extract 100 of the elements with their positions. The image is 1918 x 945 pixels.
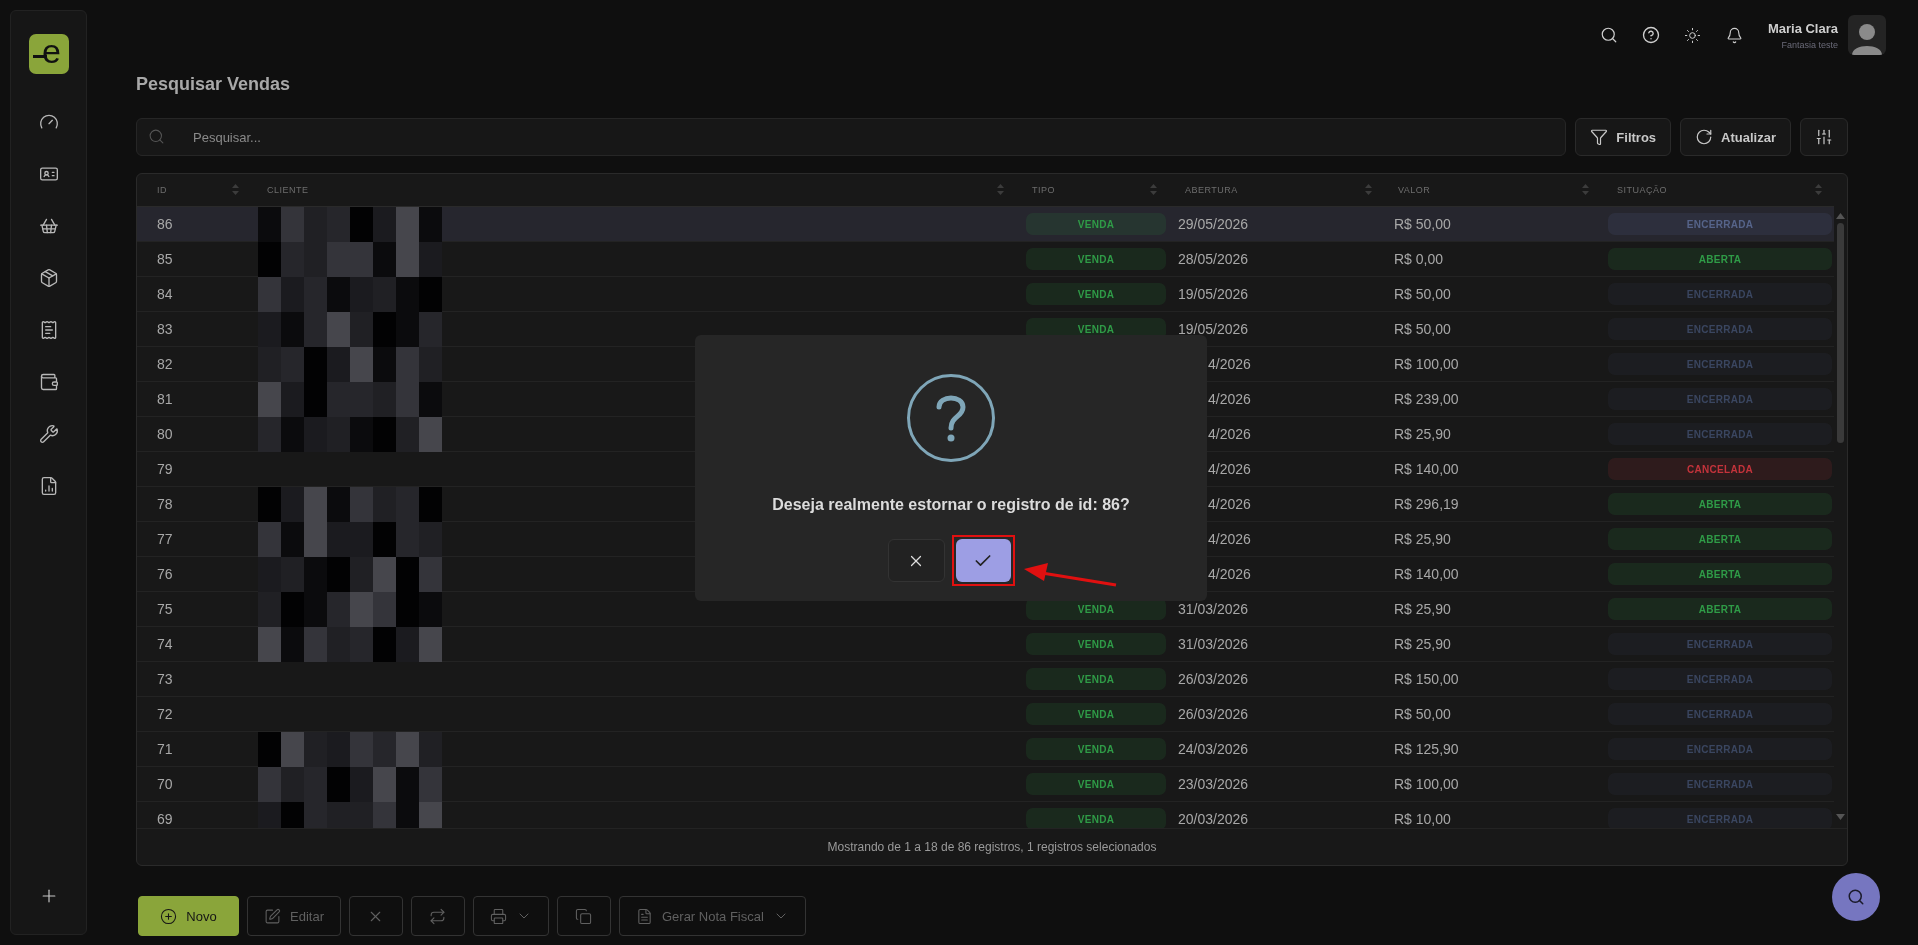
search-button[interactable]: [1832, 873, 1880, 921]
table-cell-text: R$ 50,00: [1393, 286, 1452, 303]
type-tag: VENDA: [1026, 283, 1166, 306]
table-row[interactable]: 84 VENDA 19/05/2026 R$ 50,00 ENCERRADA: [137, 276, 1834, 312]
column-header: VALOR: [1398, 184, 1431, 195]
table-row[interactable]: 71 VENDA 24/03/2026 R$ 125,90 ENCERRADA: [137, 731, 1834, 767]
search-field[interactable]: Pesquisar...: [136, 118, 1567, 156]
table-cell-text: 4/2026: [1207, 391, 1252, 408]
type-tag: VENDA: [1026, 213, 1166, 236]
table-cell-text: 70: [156, 776, 174, 793]
table-cell-text: 78: [156, 496, 174, 513]
table-cell-text: R$ 125,90: [1393, 741, 1460, 758]
table-cell-text: 80: [156, 426, 174, 443]
table-cell-text: 82: [156, 356, 174, 373]
table-cell-text: R$ 0,00: [1393, 251, 1445, 268]
columns-button[interactable]: [1800, 118, 1848, 156]
sliders-icon: [1815, 128, 1833, 146]
table-cell-text: R$ 150,00: [1393, 671, 1460, 688]
status-tag: CANCELADA: [1608, 458, 1832, 481]
table-cell-text: 69: [156, 811, 174, 828]
table-cell-text: 74: [156, 636, 174, 653]
avatar[interactable]: [1848, 15, 1886, 55]
table-cell-text: 85: [156, 251, 174, 268]
table-cell-text: R$ 239,00: [1393, 391, 1460, 408]
basket-icon: [38, 216, 59, 236]
table-cell-text: 76: [156, 566, 174, 583]
scroll-up-icon[interactable]: [1836, 212, 1845, 219]
status-tag: ABERTA: [1608, 493, 1832, 516]
question-icon: [907, 374, 995, 462]
table-cell-text: 4/2026: [1207, 356, 1252, 373]
table-cell-text: 71: [156, 741, 174, 758]
sun-icon: [1684, 26, 1702, 44]
cancel-button[interactable]: [887, 539, 945, 582]
table-cell-text: 73: [156, 671, 174, 688]
table-cell-text: R$ 50,00: [1393, 216, 1452, 233]
table-cell-text: R$ 50,00: [1393, 706, 1452, 723]
status-tag: ABERTA: [1608, 528, 1832, 551]
table-cell-text: 26/03/2026: [1177, 671, 1250, 688]
table-cell-text: R$ 25,90: [1393, 531, 1452, 548]
table-cell-text: R$ 50,00: [1393, 321, 1452, 338]
action-button[interactable]: Atualizar: [1680, 118, 1791, 156]
table-row[interactable]: 72 VENDA 26/03/2026 R$ 50,00 ENCERRADA: [137, 696, 1834, 732]
status-tag: ENCERRADA: [1608, 318, 1832, 341]
user-name: Maria Clara: [1767, 20, 1838, 36]
table-cell-text: R$ 140,00: [1393, 566, 1460, 583]
edit-icon: [264, 907, 281, 925]
type-tag: VENDA: [1026, 773, 1166, 796]
type-tag: VENDA: [1026, 738, 1166, 761]
table-cell-text: 31/03/2026: [1177, 636, 1250, 653]
scroll-down-icon[interactable]: [1836, 814, 1845, 821]
table-cell-text: R$ 140,00: [1393, 461, 1460, 478]
status-tag: ENCERRADA: [1608, 388, 1832, 411]
table-cell-text: 86: [156, 216, 174, 233]
column-header: TIPO: [1032, 184, 1055, 195]
action-button[interactable]: Filtros: [1575, 118, 1672, 156]
table-cell-text: 84: [156, 286, 174, 303]
status-tag: ENCERRADA: [1608, 808, 1832, 829]
copy-icon: [575, 907, 593, 925]
table-cell-text: 81: [156, 391, 174, 408]
table-row[interactable]: 70 VENDA 23/03/2026 R$ 100,00 ENCERRADA: [137, 766, 1834, 802]
table-cell-text: 75: [156, 601, 174, 618]
table-cell-text: 26/03/2026: [1177, 706, 1250, 723]
table-cell-text: R$ 25,90: [1393, 636, 1452, 653]
status-tag: ENCERRADA: [1608, 738, 1832, 761]
scroll-thumb[interactable]: [1837, 222, 1844, 443]
table-row[interactable]: 69 VENDA 20/03/2026 R$ 10,00 ENCERRADA: [137, 801, 1834, 829]
table-cell-text: 4/2026: [1207, 566, 1252, 583]
table-row[interactable]: 74 VENDA 31/03/2026 R$ 25,90 ENCERRADA: [137, 626, 1834, 662]
table-row[interactable]: 85 VENDA 28/05/2026 R$ 0,00 ABERTA: [137, 241, 1834, 277]
status-tag: ENCERRADA: [1608, 283, 1832, 306]
table-cell-text: 19/05/2026: [1177, 321, 1250, 338]
type-tag: VENDA: [1026, 703, 1166, 726]
page-title: Pesquisar Vendas: [136, 74, 292, 96]
document-icon: [635, 907, 653, 925]
status-tag: ENCERRADA: [1608, 703, 1832, 726]
box-icon: [38, 268, 59, 288]
table-cell-text: 4/2026: [1207, 531, 1252, 548]
dialog-message: Deseja realmente estornar o registro de id: 86?: [772, 496, 1130, 514]
table-row[interactable]: 86 VENDA 29/05/2026 R$ 50,00 ENCERRADA: [137, 206, 1834, 242]
table-cell-text: 31/03/2026: [1177, 601, 1250, 618]
status-tag: ENCERRADA: [1608, 773, 1832, 796]
column-header: CLIENTE: [267, 184, 309, 195]
table-cell-text: 77: [156, 531, 174, 548]
table-cell-text: 4/2026: [1207, 496, 1252, 513]
status-tag: ENCERRADA: [1608, 353, 1832, 376]
table-cell-text: R$ 25,90: [1393, 426, 1452, 443]
column-header: ABERTURA: [1185, 184, 1238, 195]
table-cell-text: 24/03/2026: [1177, 741, 1250, 758]
search-icon: [1847, 888, 1865, 906]
table-cell-text: R$ 296,19: [1393, 496, 1460, 513]
table-cell-text: 4/2026: [1207, 461, 1252, 478]
wrench-icon: [38, 424, 59, 444]
toolbar-button[interactable]: Novo: [138, 896, 239, 936]
table-cell-text: R$ 25,90: [1393, 601, 1452, 618]
type-tag: VENDA: [1026, 633, 1166, 656]
search-icon: [1599, 26, 1618, 44]
printer-icon: [489, 907, 507, 925]
table-row[interactable]: 73 VENDA 26/03/2026 R$ 150,00 ENCERRADA: [137, 661, 1834, 697]
records-summary: Mostrando de 1 a 18 de 86 registros, 1 registros selecionados: [827, 840, 1157, 854]
swap-icon: [429, 907, 447, 925]
